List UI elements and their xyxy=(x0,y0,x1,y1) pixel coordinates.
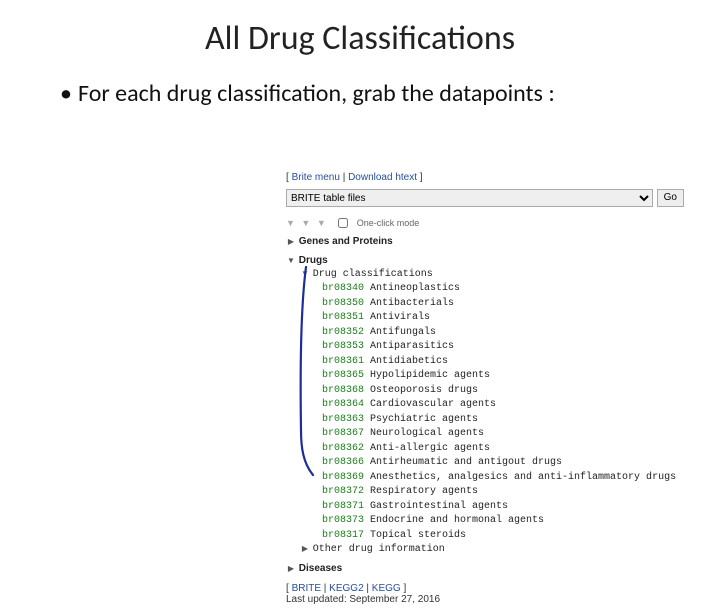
section-drug-classifications[interactable]: Drug classifications xyxy=(286,267,684,281)
browser-insert: [ Brite menu | Download htext ] BRITE ta… xyxy=(280,168,690,518)
drug-class-item[interactable]: br08364 Cardiovascular agents xyxy=(286,397,684,412)
drug-class-item[interactable]: br08362 Anti-allergic agents xyxy=(286,441,684,456)
drug-class-item[interactable]: br08340 Antineoplastics xyxy=(286,281,684,296)
drug-class-item[interactable]: br08372 Respiratory agents xyxy=(286,484,684,499)
drug-class-item[interactable]: br08361 Antidiabetics xyxy=(286,354,684,369)
nav-links: [ Brite menu | Download htext ] xyxy=(280,168,690,187)
brite-tree: Genes and Proteins Drugs Drug classifica… xyxy=(280,235,690,579)
drug-class-item[interactable]: br08368 Osteoporosis drugs xyxy=(286,383,684,398)
footer-brite-link[interactable]: BRITE xyxy=(292,583,321,594)
drug-class-item[interactable]: br08353 Antiparasitics xyxy=(286,339,684,354)
download-link[interactable]: Download htext xyxy=(348,172,417,183)
drug-class-item[interactable]: br08373 Endocrine and hormonal agents xyxy=(286,513,684,528)
drug-class-item[interactable]: br08365 Hypolipidemic agents xyxy=(286,368,684,383)
section-other-drug-info[interactable]: Other drug information xyxy=(286,542,684,556)
drug-class-item[interactable]: br08369 Anesthetics, analgesics and anti… xyxy=(286,470,684,485)
collapse-icons[interactable]: ▼ ▼ ▼ xyxy=(286,218,328,228)
footer: [ BRITE | KEGG2 | KEGG ] Last updated: S… xyxy=(280,579,690,609)
drug-class-item[interactable]: br08366 Antirheumatic and antigout drugs xyxy=(286,455,684,470)
drug-class-item[interactable]: br08363 Psychiatric agents xyxy=(286,412,684,427)
page-title: All Drug Classifications xyxy=(0,18,720,59)
drug-class-item[interactable]: br08367 Neurological agents xyxy=(286,426,684,441)
bullet-item: •For each drug classification, grab the … xyxy=(0,79,720,109)
section-diseases[interactable]: Diseases xyxy=(286,562,684,575)
drug-class-item[interactable]: br08350 Antibacterials xyxy=(286,296,684,311)
control-row: ▼ ▼ ▼ One-click mode xyxy=(280,211,690,235)
brite-select[interactable]: BRITE table files xyxy=(286,189,653,207)
drug-class-item[interactable]: br08352 Antifungals xyxy=(286,325,684,340)
drug-class-item[interactable]: br08371 Gastrointestinal agents xyxy=(286,499,684,514)
select-row: BRITE table files Go xyxy=(280,187,690,211)
section-genes[interactable]: Genes and Proteins xyxy=(286,235,684,248)
one-click-checkbox[interactable] xyxy=(338,218,348,228)
footer-kegg2-link[interactable]: KEGG2 xyxy=(329,583,363,594)
drug-class-item[interactable]: br08351 Antivirals xyxy=(286,310,684,325)
brite-menu-link[interactable]: Brite menu xyxy=(292,172,340,183)
last-updated: Last updated: September 27, 2016 xyxy=(286,594,440,605)
one-click-label: One-click mode xyxy=(357,218,420,228)
footer-kegg-link[interactable]: KEGG xyxy=(372,583,401,594)
section-drugs[interactable]: Drugs xyxy=(286,254,684,267)
go-button[interactable]: Go xyxy=(657,189,684,207)
